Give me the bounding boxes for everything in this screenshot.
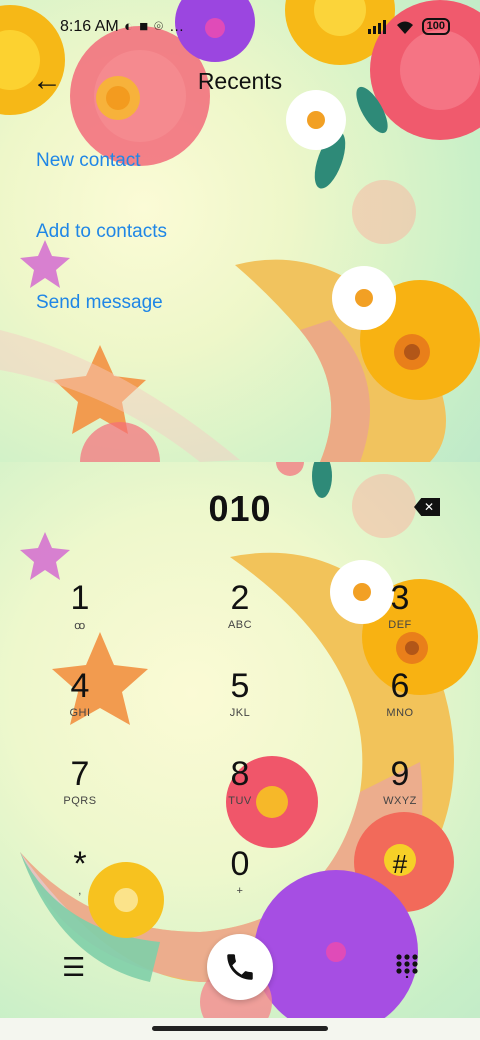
- key-digit: 1: [70, 579, 90, 617]
- new-contact-link[interactable]: New contact: [36, 150, 141, 172]
- vpn-icon: ◐: [124, 18, 140, 35]
- key-digit: 0: [230, 845, 250, 883]
- status-time: 8:16 AM: [60, 18, 119, 35]
- key-digit: 2: [230, 579, 250, 617]
- key-5[interactable]: 5 JKL: [180, 668, 300, 719]
- add-to-contacts-link[interactable]: Add to contacts: [36, 221, 167, 243]
- key-letters: ,: [78, 885, 82, 897]
- status-bar: 8:16 AM ◐■⌾… 100: [0, 14, 480, 42]
- key-letters: +: [236, 885, 244, 897]
- key-letters: WXYZ: [383, 795, 417, 807]
- notification-icon: ■: [139, 18, 155, 35]
- key-digit: #: [392, 849, 408, 879]
- key-3[interactable]: 3 DEF: [340, 580, 460, 631]
- more-dots-icon: …: [169, 18, 191, 35]
- key-6[interactable]: 6 MNO: [340, 668, 460, 719]
- signal-icon: [367, 19, 386, 34]
- key-star[interactable]: * ,: [20, 846, 140, 897]
- call-button[interactable]: [207, 934, 273, 1000]
- phone-icon: [227, 954, 253, 980]
- key-digit: 5: [230, 667, 250, 705]
- key-4[interactable]: 4 GHI: [20, 668, 140, 719]
- key-digit: 4: [70, 667, 90, 705]
- key-letters: GHI: [69, 707, 91, 719]
- voicemail-icon: ꝏ: [74, 620, 86, 632]
- keypad-icon[interactable]: [396, 954, 418, 978]
- key-9[interactable]: 9 WXYZ: [340, 756, 460, 807]
- key-8[interactable]: 8 TUV: [180, 756, 300, 807]
- key-0[interactable]: 0 +: [180, 846, 300, 897]
- location-icon: ⌾: [154, 18, 170, 35]
- key-letters: TUV: [228, 795, 252, 807]
- key-letters: MNO: [386, 707, 414, 719]
- key-digit: 9: [390, 755, 410, 793]
- key-digit: *: [73, 845, 87, 883]
- menu-icon[interactable]: ☰: [62, 952, 85, 983]
- wifi-icon: [396, 21, 413, 34]
- key-letters: JKL: [229, 707, 251, 719]
- key-letters: ABC: [227, 619, 253, 631]
- battery-icon: 100: [421, 18, 450, 35]
- key-1[interactable]: 1 ꝏ: [20, 580, 140, 632]
- dialed-number: 010: [208, 488, 272, 529]
- status-left-icons: ◐■⌾…: [124, 18, 190, 35]
- key-letters: PQRS: [63, 795, 97, 807]
- key-letters: DEF: [388, 619, 412, 631]
- key-7[interactable]: 7 PQRS: [20, 756, 140, 807]
- recents-panel: 8:16 AM ◐■⌾… 100 ← Recents New contact A…: [0, 0, 480, 462]
- key-digit: 7: [70, 755, 90, 793]
- key-2[interactable]: 2 ABC: [180, 580, 300, 631]
- key-hash[interactable]: #: [340, 846, 460, 885]
- page-title: Recents: [197, 68, 283, 94]
- send-message-link[interactable]: Send message: [36, 292, 163, 314]
- key-digit: 3: [390, 579, 410, 617]
- home-indicator[interactable]: [152, 1026, 328, 1031]
- key-digit: 8: [230, 755, 250, 793]
- key-digit: 6: [390, 667, 410, 705]
- status-right-icons: 100: [367, 18, 450, 35]
